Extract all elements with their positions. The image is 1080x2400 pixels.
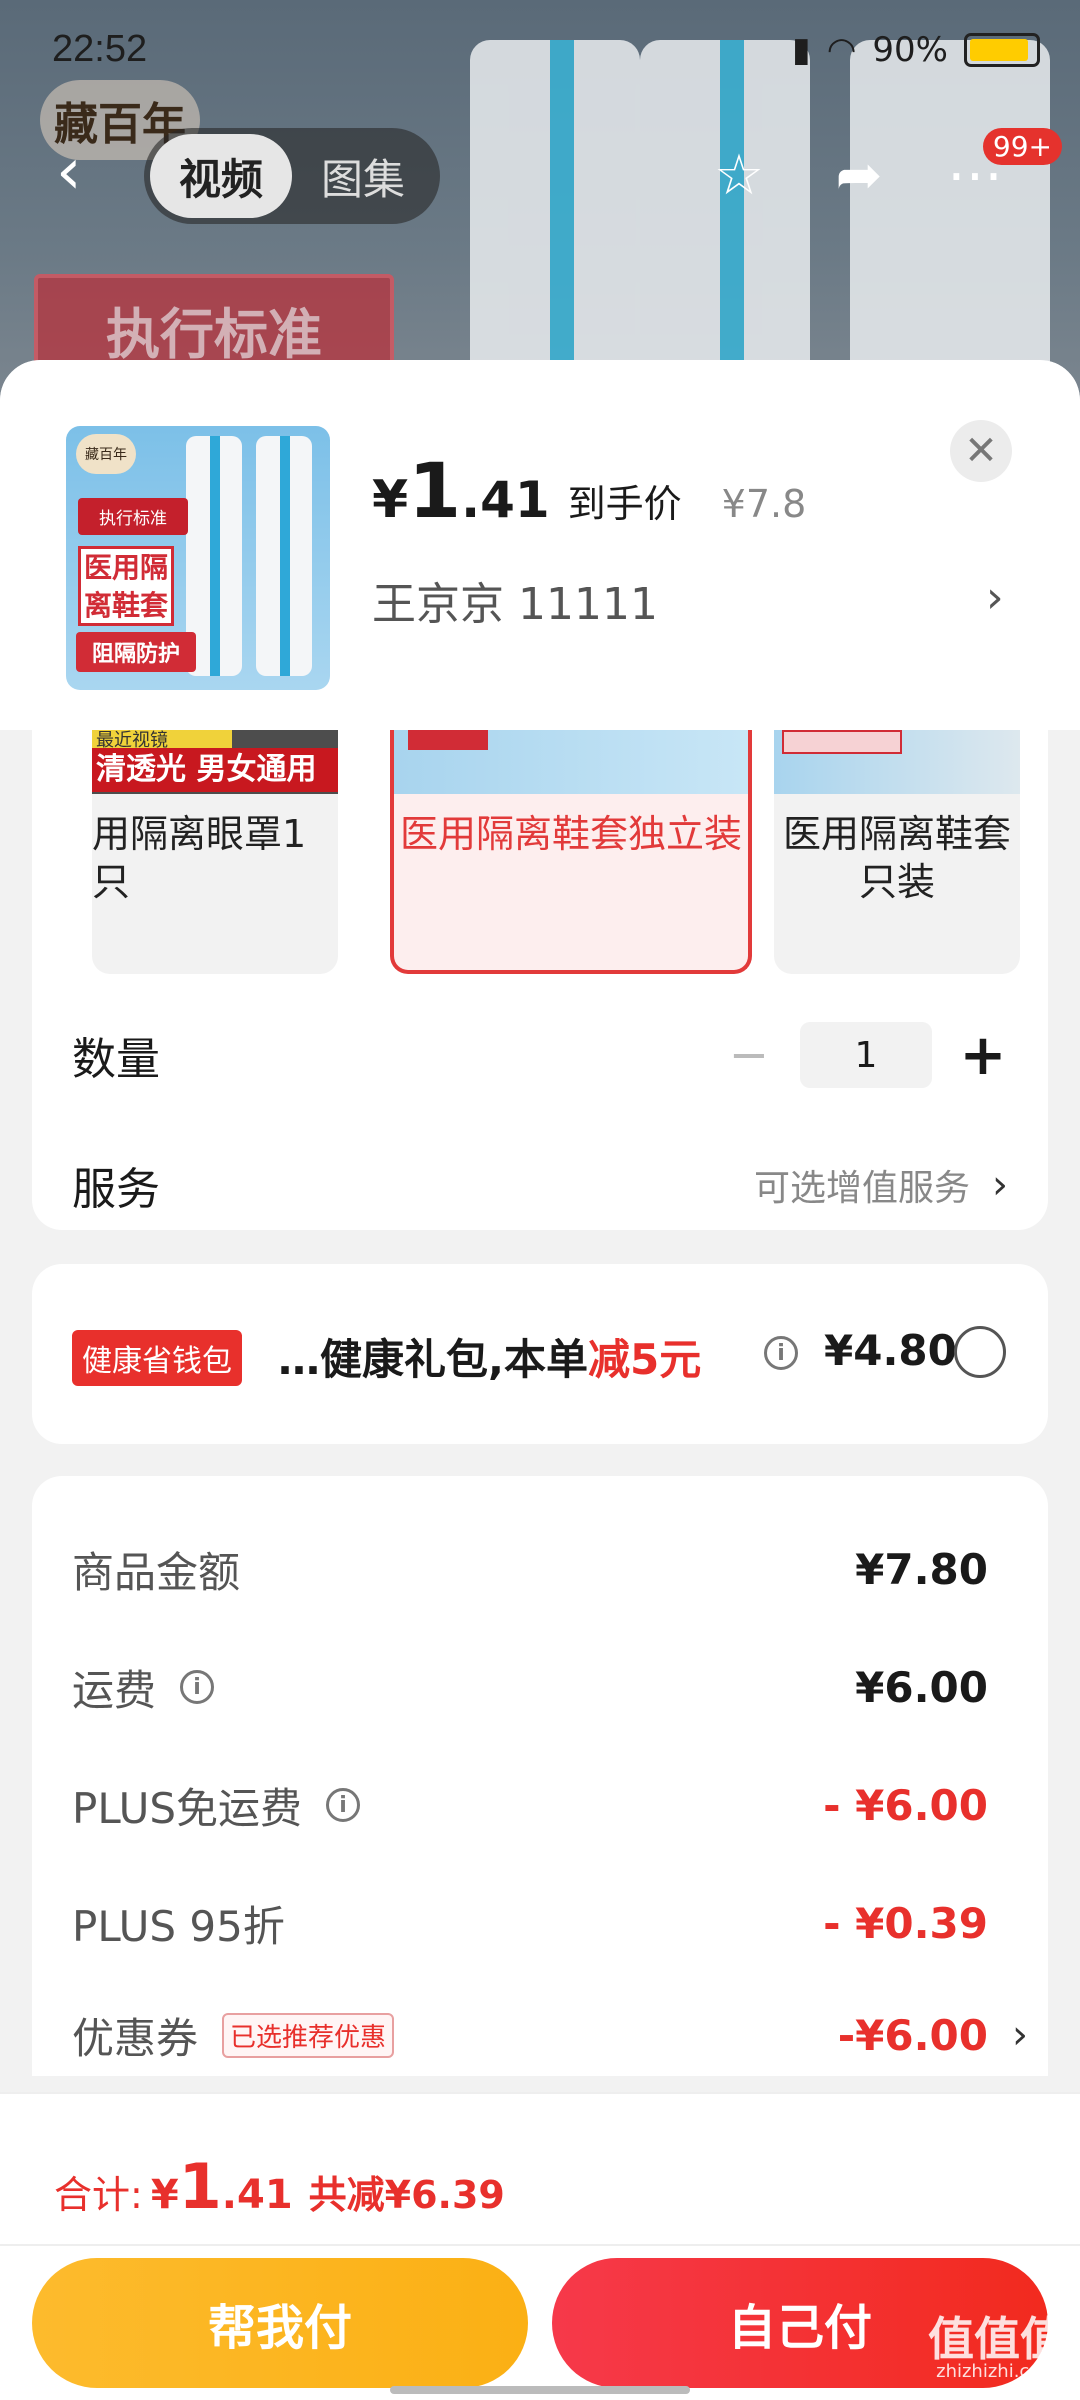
health-text-main: …健康礼包,本单: [278, 1335, 588, 1384]
watermark-main: 值值值: [928, 2312, 1066, 2366]
plus-free-shipping-row: PLUS免运费 i - ¥6.00: [72, 1770, 988, 1840]
chevron-right-icon: ›: [992, 1162, 1008, 1208]
variant-option-selected[interactable]: 医用隔离鞋套独立装: [390, 730, 752, 974]
shipping-row: 运费 i ¥6.00: [72, 1652, 988, 1722]
variant-strip: 清透光 男女通用: [92, 748, 338, 792]
total-decimal: .41: [221, 2172, 293, 2218]
quantity-label: 数量: [72, 1034, 160, 1085]
watermark: 值值值 zhizhizhi.com: [928, 2316, 1066, 2382]
quantity-stepper: − 1 +: [724, 1022, 1008, 1088]
coupon-row[interactable]: 优惠券 已选推荐优惠 -¥6.00 ›: [72, 2000, 1028, 2070]
service-row[interactable]: 服务 可选增值服务 ›: [72, 1150, 1008, 1220]
total-integer: 1: [178, 2150, 222, 2223]
close-icon[interactable]: ✕: [950, 420, 1012, 482]
checkout-footer: 合计: ¥ 1 .41 共减¥6.39 帮我付 自己付: [0, 2092, 1080, 2400]
service-value: 可选增值服务: [753, 1168, 970, 1209]
thumb-standard: 执行标准: [78, 498, 188, 535]
price-integer: 1: [408, 446, 462, 535]
clock: 22:52: [52, 28, 148, 70]
message-badge: 99+: [982, 128, 1062, 165]
plus-discount-row: PLUS 95折 - ¥0.39: [72, 1888, 988, 1958]
health-text: …健康礼包,本单减5元: [278, 1326, 701, 1387]
variant-label: 医用隔离鞋套只装: [782, 812, 1011, 904]
goods-amount-value: ¥7.80: [855, 1544, 988, 1594]
total-line: 合计: ¥ 1 .41 共减¥6.39: [54, 2150, 505, 2223]
plus-free-shipping-value: - ¥6.00: [823, 1780, 988, 1830]
coupon-value: -¥6.00: [837, 2010, 988, 2060]
top-nav: ‹ 视频 图集 ☆ ➦ ⋯ 99+: [0, 120, 1080, 230]
health-card: 健康省钱包 …健康礼包,本单减5元 i ¥4.80: [32, 1264, 1048, 1444]
price-tag: 到手价: [567, 482, 682, 526]
quantity-value[interactable]: 1: [800, 1022, 932, 1088]
plus-button[interactable]: +: [958, 1023, 1008, 1088]
help-pay-button[interactable]: 帮我付: [32, 2258, 528, 2388]
total-currency: ¥: [150, 2172, 179, 2218]
goods-amount-row: 商品金额 ¥7.80: [72, 1534, 988, 1604]
thumb-protection: 阻隔防护: [76, 632, 196, 672]
tab-video[interactable]: 视频: [150, 134, 292, 218]
variant-label: 医用隔离鞋套独立装: [399, 812, 742, 856]
home-indicator[interactable]: [390, 2386, 690, 2394]
info-icon[interactable]: i: [180, 1670, 215, 1704]
info-icon[interactable]: i: [764, 1336, 798, 1370]
divider: [0, 2244, 1080, 2246]
status-bar: 22:52 ▮ ◠ 90%: [0, 0, 1080, 100]
signal-icon: ▮: [792, 30, 811, 70]
plus-discount-value: - ¥0.39: [823, 1898, 988, 1948]
battery-percent: 90%: [872, 30, 948, 70]
coupon-label: 优惠券: [72, 2013, 199, 2063]
plus-discount-label: PLUS 95折: [72, 1901, 285, 1951]
share-icon[interactable]: ➦: [824, 140, 894, 210]
summary-card: 商品金额 ¥7.80 运费 i ¥6.00 PLUS免运费 i - ¥6.00 PL…: [32, 1476, 1048, 2076]
health-badge: 健康省钱包: [72, 1330, 242, 1386]
selected-sku: 王京京 11111: [372, 579, 658, 630]
total-label: 合计:: [54, 2173, 143, 2217]
star-icon[interactable]: ☆: [704, 140, 774, 210]
coupon-tag: 已选推荐优惠: [222, 2012, 395, 2058]
variant-label: 用隔离眼罩1只: [92, 812, 307, 904]
variant-list: 最近视镜 清透光 男女通用 用隔离眼罩1只 医用隔离鞋套独立装 医用隔离鞋套只装: [92, 730, 1020, 974]
minus-button[interactable]: −: [724, 1027, 774, 1083]
price-line: ¥ 1 .41 到手价 ¥7.8: [372, 446, 806, 535]
goods-amount-label: 商品金额: [72, 1547, 241, 1597]
watermark-sub: zhizhizhi.com: [936, 2361, 1058, 2382]
health-text-discount: 减5元: [587, 1335, 702, 1384]
shipping-label: 运费: [72, 1665, 157, 1715]
thumb-medical: 医用隔离鞋套: [78, 546, 174, 626]
service-label: 服务: [72, 1164, 160, 1215]
currency-symbol: ¥: [372, 470, 409, 530]
wifi-icon: ◠: [826, 30, 857, 70]
thumb-logo: 藏百年: [76, 434, 136, 474]
variant-option[interactable]: 最近视镜 清透光 男女通用 用隔离眼罩1只: [92, 730, 338, 974]
plus-free-shipping-label: PLUS免运费: [72, 1783, 303, 1833]
tab-gallery[interactable]: 图集: [292, 134, 434, 218]
health-radio[interactable]: [954, 1326, 1006, 1378]
shipping-value: ¥6.00: [855, 1662, 988, 1712]
battery-icon: [964, 33, 1040, 67]
total-saved: 共减¥6.39: [308, 2173, 505, 2217]
chevron-right-icon[interactable]: ›: [986, 572, 1004, 623]
variant-option[interactable]: 医用隔离鞋套只装: [774, 730, 1020, 974]
original-price: ¥7.8: [721, 482, 807, 526]
media-tabs: 视频 图集: [144, 128, 440, 224]
health-price: ¥4.80: [824, 1326, 957, 1375]
back-icon[interactable]: ‹: [56, 140, 112, 204]
sheet-header: 藏百年 执行标准 医用隔离鞋套 阻隔防护 ¥ 1 .41 到手价 ¥7.8 王京…: [0, 360, 1080, 730]
chevron-right-icon: ›: [1012, 2012, 1028, 2058]
spec-card: 最近视镜 清透光 男女通用 用隔离眼罩1只 医用隔离鞋套独立装 医用隔离鞋套只装…: [32, 730, 1048, 1230]
info-icon[interactable]: i: [326, 1788, 361, 1822]
quantity-row: 数量 − 1 +: [72, 1020, 1008, 1090]
price-decimal: .41: [461, 471, 550, 529]
product-thumbnail: 藏百年 执行标准 医用隔离鞋套 阻隔防护: [66, 426, 330, 690]
